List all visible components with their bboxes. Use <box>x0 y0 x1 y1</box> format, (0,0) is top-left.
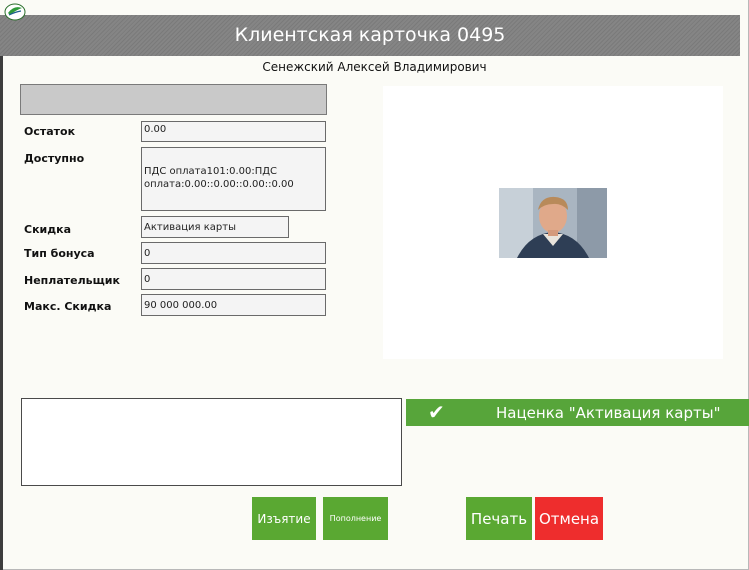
bonus-type-label: Тип бонуса <box>24 247 95 260</box>
title-bar: Клиентская карточка 0495 <box>0 15 740 56</box>
app-leaf-icon <box>4 3 26 21</box>
client-card-window: Клиентская карточка 0495 Сенежский Алекс… <box>0 0 749 570</box>
window-title: Клиентская карточка 0495 <box>234 24 506 46</box>
print-button[interactable]: Печать <box>466 497 532 540</box>
balance-field[interactable]: 0.00 <box>141 121 326 142</box>
bonus-type-field[interactable]: 0 <box>141 242 326 264</box>
non-payer-field[interactable]: 0 <box>141 268 326 290</box>
check-icon: ✔ <box>428 400 445 424</box>
card-info-bar <box>20 84 327 115</box>
client-photo-image <box>499 188 607 258</box>
markup-status-bar: ✔ Наценка "Активация карты" <box>406 399 749 426</box>
cancel-button[interactable]: Отмена <box>535 497 603 540</box>
withdraw-button[interactable]: Изъятие <box>252 497 316 540</box>
non-payer-label: Неплательщик <box>24 274 120 287</box>
markup-label: Наценка "Активация карты" <box>496 404 721 422</box>
available-label: Доступно <box>24 152 85 165</box>
photo-panel <box>383 86 723 359</box>
topup-button[interactable]: Пополнение <box>323 497 388 540</box>
available-field[interactable]: ПДС оплата101:0.00:ПДС оплата:0.00::0.00… <box>141 147 326 211</box>
max-discount-field[interactable]: 90 000 000.00 <box>141 294 326 316</box>
discount-field[interactable]: Активация карты <box>141 216 289 238</box>
max-discount-label: Макс. Скидка <box>24 300 112 313</box>
left-border <box>0 56 3 570</box>
balance-label: Остаток <box>24 125 76 138</box>
client-photo <box>499 188 607 258</box>
client-name: Сенежский Алексей Владимирович <box>262 60 487 74</box>
discount-label: Скидка <box>24 223 72 236</box>
notes-box[interactable] <box>21 398 402 486</box>
